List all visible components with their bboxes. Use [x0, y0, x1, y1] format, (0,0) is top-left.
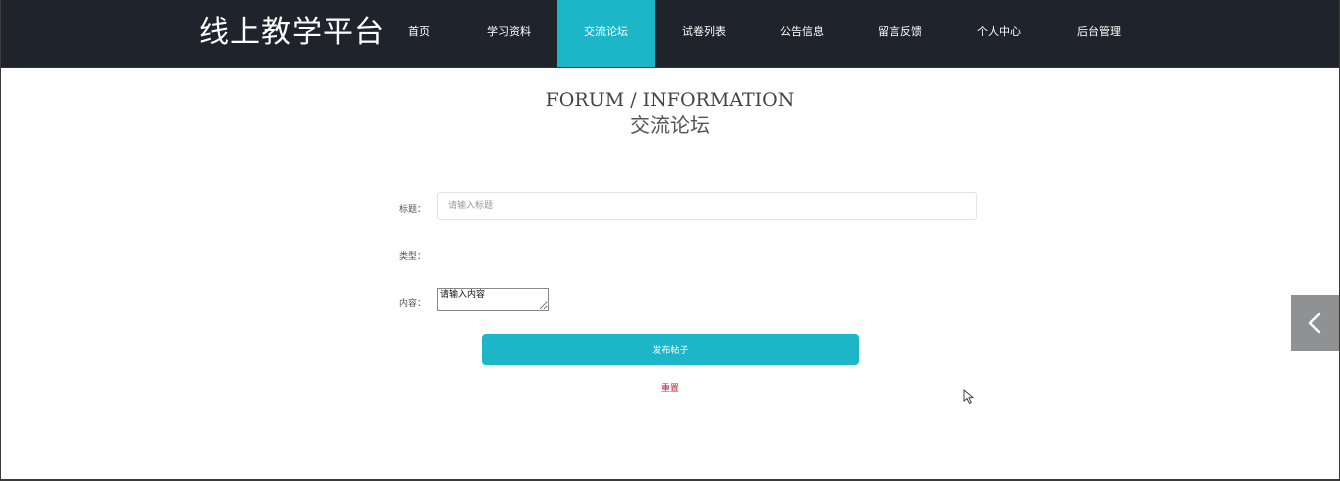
- content-textarea[interactable]: [437, 288, 549, 311]
- top-navbar: 线上教学平台 首页 学习资料 交流论坛 试卷列表 公告信息 留言反馈 个人中心 …: [1, 0, 1339, 68]
- nav-item-study-materials[interactable]: 学习资料: [460, 0, 558, 67]
- side-panel-toggle[interactable]: [1291, 295, 1339, 351]
- nav-item-forum[interactable]: 交流论坛: [557, 0, 655, 67]
- nav-item-personal-center[interactable]: 个人中心: [950, 0, 1048, 67]
- page-heading: FORUM / INFORMATION 交流论坛: [1, 88, 1339, 138]
- title-input[interactable]: [437, 192, 977, 220]
- chevron-left-icon: [1308, 312, 1321, 334]
- page: 线上教学平台 首页 学习资料 交流论坛 试卷列表 公告信息 留言反馈 个人中心 …: [0, 0, 1340, 481]
- mouse-pointer-icon: [963, 389, 975, 405]
- page-title-en: FORUM / INFORMATION: [545, 89, 795, 111]
- publish-post-button[interactable]: 发布帖子: [482, 334, 859, 365]
- page-title-cn: 交流论坛: [630, 113, 710, 137]
- nav-item-exam-list[interactable]: 试卷列表: [655, 0, 753, 67]
- nav-item-announcements[interactable]: 公告信息: [753, 0, 851, 67]
- reset-button[interactable]: 重置: [1, 381, 1339, 394]
- content-label: 内容：: [399, 299, 427, 309]
- title-label: 标题：: [399, 205, 427, 215]
- type-label: 类型：: [399, 252, 427, 262]
- nav-item-feedback[interactable]: 留言反馈: [851, 0, 949, 67]
- brand-title[interactable]: 线上教学平台: [199, 13, 385, 53]
- nav-item-home[interactable]: 首页: [370, 0, 468, 67]
- nav-item-admin[interactable]: 后台管理: [1050, 0, 1148, 67]
